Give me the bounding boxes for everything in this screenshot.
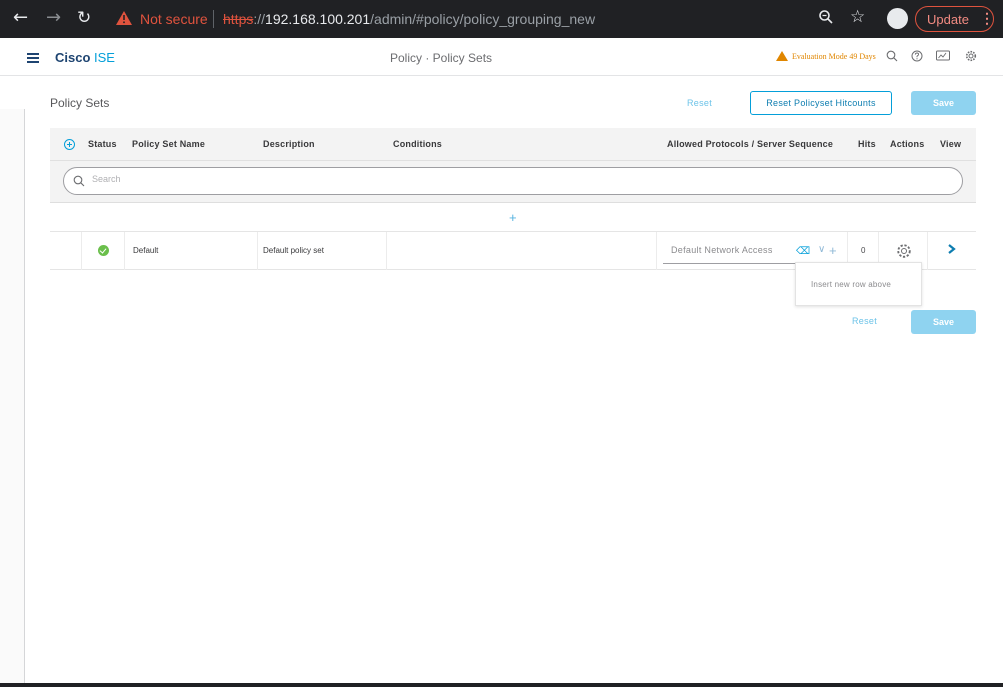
profile-avatar[interactable] [887,8,908,29]
security-status[interactable]: Not secure [140,11,208,27]
save-button-top[interactable]: Save [911,91,976,115]
search-box[interactable] [63,167,963,195]
chevron-down-icon[interactable]: ∨ [818,244,825,255]
tooltip-text: Insert new row above [811,280,892,289]
back-arrow-icon[interactable]: ← [13,8,28,28]
more-menu-icon[interactable]: ⋮ [980,10,994,27]
page-title: Policy · Policy Sets [390,51,493,65]
allowed-protocols-value: Default Network Access [671,245,773,255]
address-bar[interactable]: https://192.168.100.201/admin/#policy/po… [223,11,595,27]
search-input[interactable] [92,174,892,184]
view-chevron-right-icon[interactable] [947,243,956,255]
evaluation-mode-notice[interactable]: Evaluation Mode 49 Days [792,52,876,61]
column-divider [257,232,258,270]
col-hits: Hits [858,139,876,149]
brand-logo[interactable]: Cisco ISE [55,50,115,65]
policy-set-description[interactable]: Default policy set [263,246,324,255]
hamburger-menu-icon[interactable] [27,53,39,63]
divider [213,10,214,28]
bookmark-star-icon[interactable]: ☆ [850,7,865,27]
add-policy-set-icon[interactable] [64,139,75,150]
warning-triangle-icon[interactable] [116,11,132,25]
dashboard-icon[interactable] [936,50,950,62]
window-bottom-edge [0,683,1003,687]
url-host: 192.168.100.201 [265,11,371,27]
column-divider [124,232,125,270]
actions-gear-icon[interactable] [896,243,912,259]
reset-link-bottom[interactable]: Reset [852,316,877,326]
update-label: Update [927,12,969,27]
evaluation-warning-icon [776,51,788,61]
col-policy-set-name: Policy Set Name [132,139,206,149]
reload-icon[interactable]: ↻ [77,8,91,28]
zoom-icon[interactable] [818,9,834,25]
search-icon [73,175,85,187]
column-divider [81,232,82,270]
search-icon[interactable] [886,50,898,62]
browser-toolbar: ← → ↻ Not secure https://192.168.100.201… [0,0,1003,38]
section-heading: Policy Sets [50,96,110,110]
policy-set-name[interactable]: Default [133,246,158,255]
col-allowed-protocols: Allowed Protocols / Server Sequence [667,139,834,149]
column-divider [656,232,657,270]
add-protocol-icon[interactable]: + [829,243,837,258]
column-divider [927,232,928,270]
search-row [50,161,976,203]
table-header: Status Policy Set Name Description Condi… [50,128,976,161]
settings-gear-icon[interactable] [965,50,977,62]
reset-policyset-hitcounts-button[interactable]: Reset Policyset Hitcounts [750,91,892,115]
hits-count: 0 [861,246,866,255]
tooltip-insert-row: Insert new row above [795,262,922,306]
insert-row-plus-icon[interactable]: + [509,210,517,225]
reset-link-top[interactable]: Reset [687,98,712,108]
url-scheme: https [223,11,254,27]
clear-selection-icon[interactable]: ⌫ [796,246,810,257]
brand-ise: ISE [90,50,115,65]
app-header: Cisco ISE Policy · Policy Sets Evaluatio… [0,38,1003,76]
help-icon[interactable] [911,50,923,62]
forward-arrow-icon[interactable]: → [46,8,61,28]
col-description: Description [263,139,315,149]
left-side-panel [0,109,25,687]
save-button-bottom[interactable]: Save [911,310,976,334]
col-actions: Actions [890,139,925,149]
col-status: Status [88,139,117,149]
url-path: /admin/#policy/policy_grouping_new [370,11,596,27]
url-separator: :// [253,11,266,27]
column-divider [386,232,387,270]
brand-cisco: Cisco [55,50,91,65]
status-enabled-icon[interactable] [98,245,109,256]
insert-row: + [50,204,976,232]
col-view: View [940,139,962,149]
allowed-protocols-select[interactable]: Default Network Access ⌫ ∨ + [663,240,843,264]
col-conditions: Conditions [393,139,442,149]
